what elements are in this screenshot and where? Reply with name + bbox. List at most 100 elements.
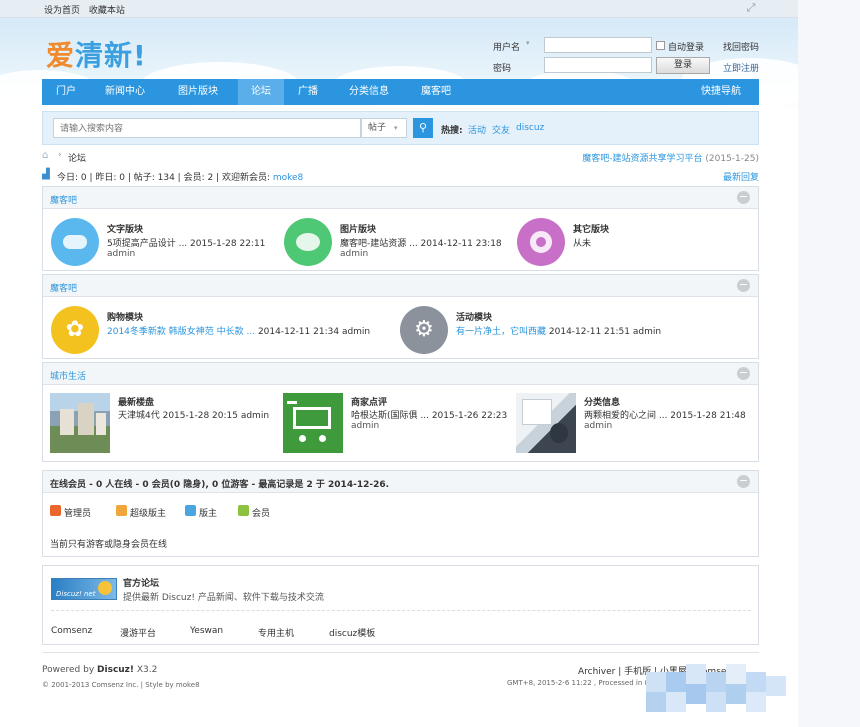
forum-name[interactable]: 分类信息 (584, 395, 620, 408)
friend-link[interactable]: 漫游平台 (120, 626, 156, 639)
discuz-logo-text: Discuz! net (56, 590, 96, 598)
forum-name[interactable]: 活动模块 (456, 310, 492, 323)
expand-icon[interactable]: ⤢ (745, 2, 757, 14)
forum-name[interactable]: 其它版块 (573, 222, 609, 235)
cloud-icon[interactable] (51, 218, 99, 266)
forum-name[interactable]: 最新楼盘 (118, 395, 154, 408)
latest-replies-link[interactable]: 最新回复 (723, 170, 759, 183)
legend-label: 管理员 (64, 509, 92, 519)
forum-author[interactable]: admin (340, 249, 368, 259)
friend-link[interactable]: Comsenz (51, 626, 92, 636)
chevron-down-icon: ▾ (394, 124, 398, 132)
chat-icon[interactable] (284, 218, 332, 266)
latest-thread-link[interactable]: 魔客吧-建站资源共享学习平台 (582, 154, 702, 164)
circle-icon[interactable] (517, 218, 565, 266)
footer-gmt: GMT+8, 2015-2-6 11:22 , Processed in 0. (507, 679, 652, 687)
discuz-logo[interactable]: Discuz! net (51, 578, 117, 600)
hot-search-link[interactable]: discuz (516, 123, 544, 133)
search-input[interactable] (53, 118, 361, 138)
nav-item-news[interactable]: 新闻中心 (105, 79, 145, 105)
search-scope-select[interactable]: 帖子 ▾ (361, 118, 407, 138)
login-button[interactable]: 登录 (656, 57, 710, 74)
search-button[interactable]: ⚲ (413, 118, 433, 138)
new-member-link[interactable]: moke8 (273, 173, 303, 183)
shopping-cart-icon[interactable] (283, 393, 343, 453)
powered-prefix: Powered by (42, 665, 98, 675)
section-title[interactable]: 魔客吧 (50, 193, 77, 206)
building-image[interactable] (50, 393, 110, 453)
friend-link[interactable]: discuz模板 (329, 626, 375, 639)
forum-section: 魔客吧 − ✿ 购物模块 2014冬季新款 韩版女神范 中长款 ... 2014… (42, 274, 759, 359)
username-input[interactable] (544, 37, 652, 53)
forum-author[interactable]: admin (584, 421, 612, 431)
official-title[interactable]: 官方论坛 (123, 576, 159, 589)
legend-label: 会员 (252, 509, 271, 519)
forum-stats: ▟ 今日: 0 | 昨日: 0 | 帖子: 134 | 会员: 2 | 欢迎新会… (42, 169, 759, 183)
forum-author[interactable]: admin (633, 327, 661, 337)
stats-text: 今日: 0 | 昨日: 0 | 帖子: 134 | 会员: 2 | 欢迎新会员:… (57, 170, 303, 183)
bookmark-link[interactable]: 收藏本站 (89, 6, 125, 16)
find-password-link[interactable]: 找回密码 (723, 40, 759, 53)
auto-login-label: 自动登录 (668, 43, 705, 53)
forum-latest[interactable]: 两颗相爱的心之间 ... 2015-1-28 21:48 (584, 408, 746, 421)
nav-item-pictures[interactable]: 图片版块 (178, 79, 218, 105)
mosaic-block (766, 676, 786, 696)
online-section: 在线会员 - 0 人在线 - 0 会员(0 隐身), 0 位游客 - 最高记录是… (42, 470, 759, 557)
site-logo[interactable]: 爱清新! (46, 34, 147, 74)
friend-link[interactable]: 专用主机 (258, 626, 294, 639)
top-links: 设为首页 收藏本站 (44, 3, 131, 16)
search-bar: 帖子 ▾ ⚲ 热搜: 活动 交友 discuz (42, 111, 759, 145)
collapse-icon[interactable]: − (737, 279, 750, 292)
divider (51, 610, 751, 611)
nav-item-forum[interactable]: 论坛 (238, 79, 284, 105)
forum-latest[interactable]: 5项提高产品设计 ... 2015-1-28 22:11 (107, 236, 265, 249)
mosaic-block (666, 692, 686, 712)
forum-name[interactable]: 图片版块 (340, 222, 376, 235)
section-title[interactable]: 魔客吧 (50, 281, 77, 294)
collapse-icon[interactable]: − (737, 191, 750, 204)
newspaper-image[interactable] (516, 393, 576, 453)
section-header: 魔客吧 − (43, 275, 758, 297)
hot-search-link[interactable]: 活动 (468, 123, 486, 136)
forum-latest[interactable]: 天津城4代 2015-1-28 20:15 admin (118, 408, 269, 421)
nav-item-portal[interactable]: 门户 (56, 79, 76, 105)
forum-name[interactable]: 购物模块 (107, 310, 143, 323)
powered-name[interactable]: Discuz! (97, 665, 134, 675)
right-margin (798, 0, 860, 727)
auto-login-checkbox[interactable] (656, 41, 665, 50)
collapse-icon[interactable]: − (737, 367, 750, 380)
gear-icon[interactable]: ⚙ (400, 306, 448, 354)
forum-latest-link[interactable]: 2014冬季新款 韩版女神范 中长款 ... (107, 327, 255, 337)
collapse-icon[interactable]: − (737, 475, 750, 488)
password-input[interactable] (544, 57, 652, 73)
set-home-link[interactable]: 设为首页 (44, 6, 80, 16)
forum-name[interactable]: 商家点评 (351, 395, 387, 408)
forum-name[interactable]: 文字版块 (107, 222, 143, 235)
section-title[interactable]: 城市生活 (50, 369, 86, 382)
forum-latest: 从未 (573, 239, 592, 249)
nav-item-moke8[interactable]: 魔客吧 (421, 79, 451, 105)
powered-by: Powered by Discuz! X3.2 (42, 665, 157, 675)
quick-nav-button[interactable]: 快捷导航 (701, 79, 741, 105)
forum-latest-link[interactable]: 有一片净土，它叫西藏 (456, 327, 546, 337)
legend-label: 版主 (199, 509, 218, 519)
hot-search-link[interactable]: 交友 (492, 123, 510, 136)
nav-item-broadcast[interactable]: 广播 (298, 79, 318, 105)
logo-part2: 清新! (75, 39, 147, 72)
online-title: 在线会员 - 0 人在线 - 0 会员(0 隐身), 0 位游客 - 最高记录是… (50, 480, 390, 490)
flower-icon[interactable]: ✿ (51, 306, 99, 354)
chevron-down-icon[interactable]: ▾ (526, 39, 530, 47)
forum-section: 魔客吧 − 文字版块 5项提高产品设计 ... 2015-1-28 22:11 … (42, 186, 759, 271)
nav-item-classifieds[interactable]: 分类信息 (349, 79, 389, 105)
forum-author[interactable]: admin (342, 327, 370, 337)
section-header: 魔客吧 − (43, 187, 758, 209)
home-icon[interactable]: ⌂ (42, 150, 48, 161)
forum-author[interactable]: admin (351, 421, 379, 431)
forum-latest[interactable]: 魔客吧-建站资源 ... 2014-12-11 23:18 (340, 236, 502, 249)
cart-wheel-shape (299, 435, 306, 442)
friend-link[interactable]: Yeswan (190, 626, 223, 636)
user-role-icon (116, 505, 127, 516)
forum-latest[interactable]: 哈根达斯(国际俱 ... 2015-1-26 22:23 (351, 408, 507, 421)
forum-author[interactable]: admin (107, 249, 135, 259)
register-link[interactable]: 立即注册 (723, 61, 759, 74)
